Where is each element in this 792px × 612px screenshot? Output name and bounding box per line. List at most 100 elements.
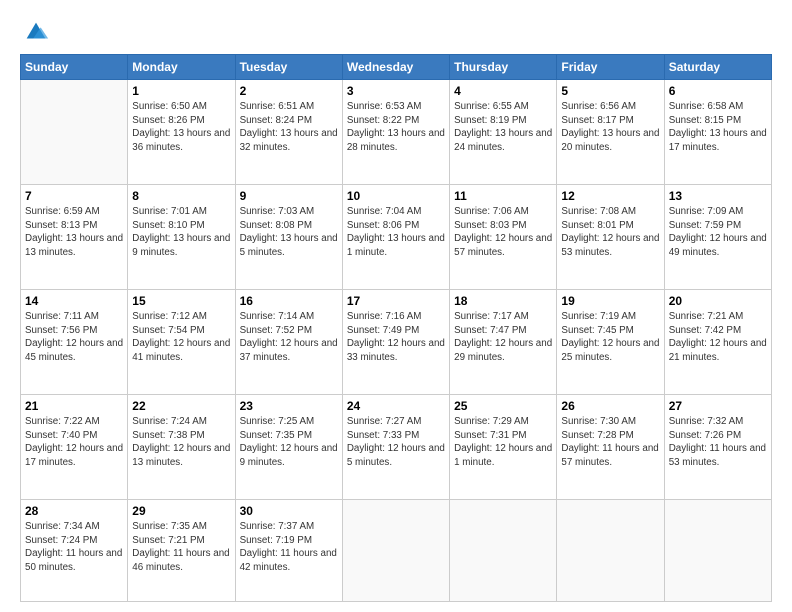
weekday-header: Tuesday bbox=[235, 55, 342, 80]
calendar-cell: 19 Sunrise: 7:19 AM Sunset: 7:45 PM Dayli… bbox=[557, 289, 664, 394]
day-number: 4 bbox=[454, 84, 552, 98]
day-info: Sunrise: 7:03 AM Sunset: 8:08 PM Dayligh… bbox=[240, 205, 338, 260]
calendar-cell: 14 Sunrise: 7:11 AM Sunset: 7:56 PM Dayli… bbox=[21, 289, 128, 394]
calendar-cell: 18 Sunrise: 7:17 AM Sunset: 7:47 PM Dayli… bbox=[450, 289, 557, 394]
calendar-cell bbox=[664, 499, 771, 601]
calendar-cell: 12 Sunrise: 7:08 AM Sunset: 8:01 PM Dayli… bbox=[557, 184, 664, 289]
day-number: 17 bbox=[347, 294, 445, 308]
day-info: Sunrise: 6:56 AM Sunset: 8:17 PM Dayligh… bbox=[561, 100, 659, 155]
day-number: 19 bbox=[561, 294, 659, 308]
day-number: 7 bbox=[25, 189, 123, 203]
calendar-cell: 2Sunrise: 6:51 AM Sunset: 8:24 PM Daylig… bbox=[235, 80, 342, 185]
day-number: 16 bbox=[240, 294, 338, 308]
day-info: Sunrise: 6:59 AM Sunset: 8:13 PM Dayligh… bbox=[25, 205, 123, 260]
calendar-cell: 26 Sunrise: 7:30 AM Sunset: 7:28 PM Dayli… bbox=[557, 394, 664, 499]
weekday-header: Wednesday bbox=[342, 55, 449, 80]
day-info: Sunrise: 7:04 AM Sunset: 8:06 PM Dayligh… bbox=[347, 205, 445, 260]
weekday-header: Friday bbox=[557, 55, 664, 80]
day-info: Sunrise: 7:08 AM Sunset: 8:01 PM Dayligh… bbox=[561, 205, 659, 260]
calendar-cell: 11 Sunrise: 7:06 AM Sunset: 8:03 PM Dayli… bbox=[450, 184, 557, 289]
calendar-cell: 4 Sunrise: 6:55 AM Sunset: 8:19 PM Daylig… bbox=[450, 80, 557, 185]
weekday-header: Saturday bbox=[664, 55, 771, 80]
day-info: Sunrise: 7:21 AM Sunset: 7:42 PM Dayligh… bbox=[669, 310, 767, 365]
day-number: 8 bbox=[132, 189, 230, 203]
day-number: 28 bbox=[25, 504, 123, 518]
day-number: 27 bbox=[669, 399, 767, 413]
day-info: Sunrise: 7:16 AM Sunset: 7:49 PM Dayligh… bbox=[347, 310, 445, 365]
calendar-cell: 29 Sunrise: 7:35 AM Sunset: 7:21 PM Dayli… bbox=[128, 499, 235, 601]
calendar-cell: 23Sunrise: 7:25 AM Sunset: 7:35 PM Dayli… bbox=[235, 394, 342, 499]
day-info: Sunrise: 7:34 AM Sunset: 7:24 PM Dayligh… bbox=[25, 520, 123, 575]
day-number: 14 bbox=[25, 294, 123, 308]
calendar-cell bbox=[342, 499, 449, 601]
calendar-cell: 28 Sunrise: 7:34 AM Sunset: 7:24 PM Dayli… bbox=[21, 499, 128, 601]
calendar-cell: 9 Sunrise: 7:03 AM Sunset: 8:08 PM Daylig… bbox=[235, 184, 342, 289]
calendar-cell: 15 Sunrise: 7:12 AM Sunset: 7:54 PM Dayli… bbox=[128, 289, 235, 394]
calendar-cell: 7 Sunrise: 6:59 AM Sunset: 8:13 PM Daylig… bbox=[21, 184, 128, 289]
day-info: Sunrise: 6:50 AM Sunset: 8:26 PM Dayligh… bbox=[132, 100, 230, 155]
weekday-header: Sunday bbox=[21, 55, 128, 80]
day-info: Sunrise: 6:55 AM Sunset: 8:19 PM Dayligh… bbox=[454, 100, 552, 155]
day-info: Sunrise: 7:29 AM Sunset: 7:31 PM Dayligh… bbox=[454, 415, 552, 470]
logo bbox=[20, 18, 50, 46]
weekday-header: Thursday bbox=[450, 55, 557, 80]
day-info: Sunrise: 7:01 AM Sunset: 8:10 PM Dayligh… bbox=[132, 205, 230, 260]
day-number: 22 bbox=[132, 399, 230, 413]
calendar-cell: 5 Sunrise: 6:56 AM Sunset: 8:17 PM Daylig… bbox=[557, 80, 664, 185]
calendar-cell: 17 Sunrise: 7:16 AM Sunset: 7:49 PM Dayli… bbox=[342, 289, 449, 394]
day-info: Sunrise: 7:30 AM Sunset: 7:28 PM Dayligh… bbox=[561, 415, 659, 470]
calendar-cell: 22Sunrise: 7:24 AM Sunset: 7:38 PM Dayli… bbox=[128, 394, 235, 499]
calendar-cell bbox=[450, 499, 557, 601]
day-number: 30 bbox=[240, 504, 338, 518]
calendar-cell: 3 Sunrise: 6:53 AM Sunset: 8:22 PM Daylig… bbox=[342, 80, 449, 185]
day-info: Sunrise: 7:32 AM Sunset: 7:26 PM Dayligh… bbox=[669, 415, 767, 470]
day-number: 10 bbox=[347, 189, 445, 203]
calendar-cell: 16 Sunrise: 7:14 AM Sunset: 7:52 PM Dayli… bbox=[235, 289, 342, 394]
day-number: 25 bbox=[454, 399, 552, 413]
calendar-cell: 1 Sunrise: 6:50 AM Sunset: 8:26 PM Daylig… bbox=[128, 80, 235, 185]
calendar-cell: 6 Sunrise: 6:58 AM Sunset: 8:15 PM Daylig… bbox=[664, 80, 771, 185]
day-number: 3 bbox=[347, 84, 445, 98]
calendar-cell: 20 Sunrise: 7:21 AM Sunset: 7:42 PM Dayli… bbox=[664, 289, 771, 394]
day-info: Sunrise: 7:11 AM Sunset: 7:56 PM Dayligh… bbox=[25, 310, 123, 365]
day-number: 23 bbox=[240, 399, 338, 413]
day-number: 20 bbox=[669, 294, 767, 308]
calendar-table: SundayMondayTuesdayWednesdayThursdayFrid… bbox=[20, 54, 772, 602]
day-number: 12 bbox=[561, 189, 659, 203]
day-info: Sunrise: 7:37 AM Sunset: 7:19 PM Dayligh… bbox=[240, 520, 338, 575]
day-number: 18 bbox=[454, 294, 552, 308]
day-number: 21 bbox=[25, 399, 123, 413]
day-info: Sunrise: 6:51 AM Sunset: 8:24 PM Dayligh… bbox=[240, 100, 338, 155]
day-number: 11 bbox=[454, 189, 552, 203]
calendar-cell bbox=[557, 499, 664, 601]
weekday-header: Monday bbox=[128, 55, 235, 80]
day-number: 5 bbox=[561, 84, 659, 98]
day-info: Sunrise: 7:17 AM Sunset: 7:47 PM Dayligh… bbox=[454, 310, 552, 365]
day-number: 26 bbox=[561, 399, 659, 413]
day-info: Sunrise: 7:35 AM Sunset: 7:21 PM Dayligh… bbox=[132, 520, 230, 575]
day-info: Sunrise: 7:12 AM Sunset: 7:54 PM Dayligh… bbox=[132, 310, 230, 365]
day-info: Sunrise: 7:14 AM Sunset: 7:52 PM Dayligh… bbox=[240, 310, 338, 365]
logo-icon bbox=[22, 18, 50, 46]
day-number: 24 bbox=[347, 399, 445, 413]
calendar-cell: 27 Sunrise: 7:32 AM Sunset: 7:26 PM Dayli… bbox=[664, 394, 771, 499]
calendar-cell: 24Sunrise: 7:27 AM Sunset: 7:33 PM Dayli… bbox=[342, 394, 449, 499]
day-number: 9 bbox=[240, 189, 338, 203]
day-number: 15 bbox=[132, 294, 230, 308]
calendar-cell: 21Sunrise: 7:22 AM Sunset: 7:40 PM Dayli… bbox=[21, 394, 128, 499]
day-info: Sunrise: 6:53 AM Sunset: 8:22 PM Dayligh… bbox=[347, 100, 445, 155]
day-info: Sunrise: 7:09 AM Sunset: 7:59 PM Dayligh… bbox=[669, 205, 767, 260]
calendar-cell: 8 Sunrise: 7:01 AM Sunset: 8:10 PM Daylig… bbox=[128, 184, 235, 289]
day-info: Sunrise: 7:19 AM Sunset: 7:45 PM Dayligh… bbox=[561, 310, 659, 365]
calendar-cell bbox=[21, 80, 128, 185]
day-number: 29 bbox=[132, 504, 230, 518]
day-info: Sunrise: 7:06 AM Sunset: 8:03 PM Dayligh… bbox=[454, 205, 552, 260]
day-number: 13 bbox=[669, 189, 767, 203]
page: SundayMondayTuesdayWednesdayThursdayFrid… bbox=[0, 0, 792, 612]
day-info: Sunrise: 6:58 AM Sunset: 8:15 PM Dayligh… bbox=[669, 100, 767, 155]
day-number: 1 bbox=[132, 84, 230, 98]
header bbox=[20, 18, 772, 46]
day-number: 6 bbox=[669, 84, 767, 98]
calendar-cell: 10 Sunrise: 7:04 AM Sunset: 8:06 PM Dayli… bbox=[342, 184, 449, 289]
calendar-cell: 30 Sunrise: 7:37 AM Sunset: 7:19 PM Dayli… bbox=[235, 499, 342, 601]
